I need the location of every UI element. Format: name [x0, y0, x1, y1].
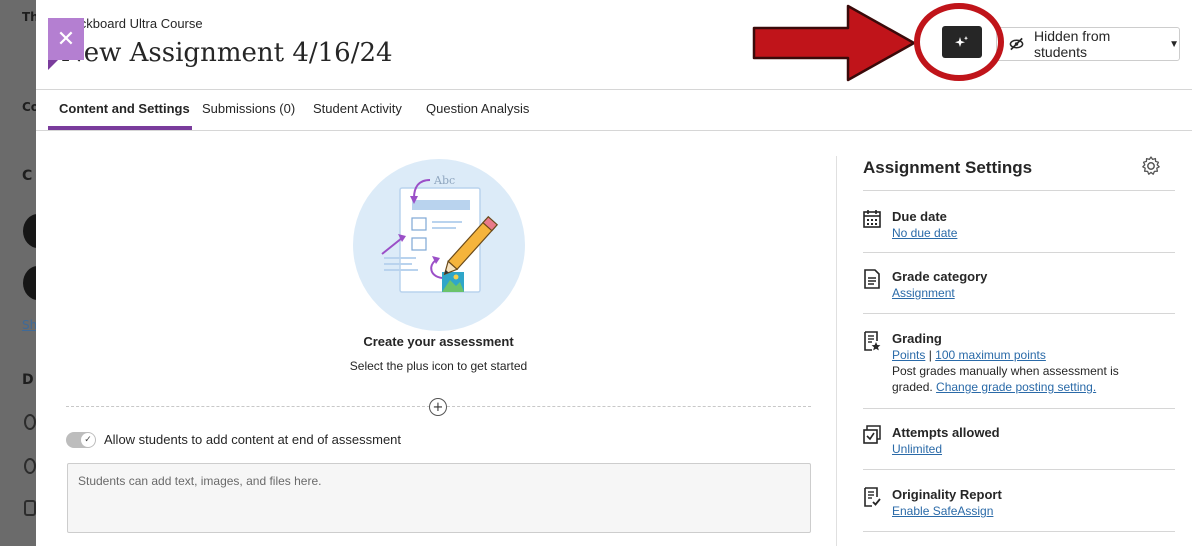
- visibility-dropdown[interactable]: Hidden from students ▼: [996, 27, 1180, 61]
- tab-student-activity[interactable]: Student Activity: [313, 101, 402, 116]
- tab-content-and-settings[interactable]: Content and Settings: [59, 101, 190, 116]
- grading-label: Grading: [892, 331, 942, 346]
- eye-slash-icon: [1009, 37, 1024, 51]
- assessment-illustration: Abc: [353, 159, 525, 331]
- background-icon: [24, 458, 36, 474]
- close-panel-button[interactable]: ✕: [48, 18, 84, 70]
- due-date-link[interactable]: No due date: [892, 226, 957, 240]
- chevron-down-icon: ▼: [1169, 38, 1179, 50]
- background-fragment: Th: [22, 10, 36, 24]
- page-title[interactable]: New Assignment 4/16/24: [61, 38, 393, 68]
- grade-category-link[interactable]: Assignment: [892, 286, 955, 300]
- due-date-label: Due date: [892, 209, 947, 224]
- background-fragment: D: [22, 372, 34, 388]
- attempts-link[interactable]: Unlimited: [892, 442, 942, 456]
- grade-category-label: Grade category: [892, 269, 988, 284]
- settings-divider: [863, 408, 1175, 409]
- student-content-placeholder: Students can add text, images, and files…: [78, 474, 322, 488]
- enable-safeassign-link[interactable]: Enable SafeAssign: [892, 504, 993, 518]
- change-grade-posting-link[interactable]: Change grade posting setting.: [936, 380, 1096, 394]
- background-icon: [24, 500, 36, 516]
- settings-divider: [863, 190, 1175, 191]
- active-tab-indicator: [48, 126, 192, 130]
- illustration-text: Abc: [433, 174, 455, 187]
- background-strip: Th Co C Sh D: [0, 0, 36, 546]
- background-fragment: Co: [22, 100, 36, 114]
- close-icon: ✕: [56, 26, 76, 52]
- settings-divider: [863, 531, 1175, 532]
- calendar-icon: [863, 210, 881, 228]
- allow-student-content-label: Allow students to add content at end of …: [104, 432, 402, 447]
- attempts-icon: [863, 425, 881, 444]
- gear-icon[interactable]: [1140, 155, 1162, 177]
- tab-submissions[interactable]: Submissions (0): [202, 101, 295, 116]
- empty-state-title: Create your assessment: [363, 334, 514, 349]
- max-points-link[interactable]: 100 maximum points: [935, 348, 1046, 362]
- callout-arrow: [752, 4, 916, 82]
- grading-icon: [864, 331, 881, 351]
- background-avatar: [23, 266, 36, 300]
- grading-separator: |: [928, 348, 932, 362]
- visibility-label: Hidden from students: [1034, 28, 1111, 60]
- allow-student-content-toggle[interactable]: ✓: [66, 432, 96, 448]
- attempts-label: Attempts allowed: [892, 425, 1000, 440]
- settings-divider: [863, 252, 1175, 253]
- empty-state-subtitle: Select the plus icon to get started: [349, 359, 528, 373]
- settings-divider: [863, 469, 1175, 470]
- originality-label: Originality Report: [892, 487, 1002, 502]
- background-fragment: C: [22, 168, 33, 184]
- panel-header: Blackboard Ultra Course New Assignment 4…: [36, 0, 1192, 90]
- originality-icon: [864, 487, 881, 507]
- plus-circle-icon: +: [432, 399, 444, 415]
- document-icon: [864, 269, 880, 289]
- ai-design-assistant-button[interactable]: [942, 26, 982, 58]
- sidebar-divider: [836, 156, 837, 546]
- grading-schema-link[interactable]: Points: [892, 348, 925, 362]
- tab-bar: Content and Settings Submissions (0) Stu…: [36, 90, 1192, 131]
- student-content-field[interactable]: Students can add text, images, and files…: [67, 463, 811, 533]
- background-avatar: [23, 214, 36, 248]
- background-icon: [24, 414, 36, 430]
- check-icon: ✓: [81, 433, 95, 447]
- sparkle-icon: [955, 36, 968, 47]
- background-fragment: Sh: [22, 318, 36, 332]
- tab-question-analysis[interactable]: Question Analysis: [426, 101, 529, 116]
- assignment-panel: ✕ Blackboard Ultra Course New Assignment…: [36, 0, 1192, 546]
- add-content-button[interactable]: +: [429, 398, 447, 416]
- settings-title: Assignment Settings: [863, 158, 1033, 177]
- settings-divider: [863, 313, 1175, 314]
